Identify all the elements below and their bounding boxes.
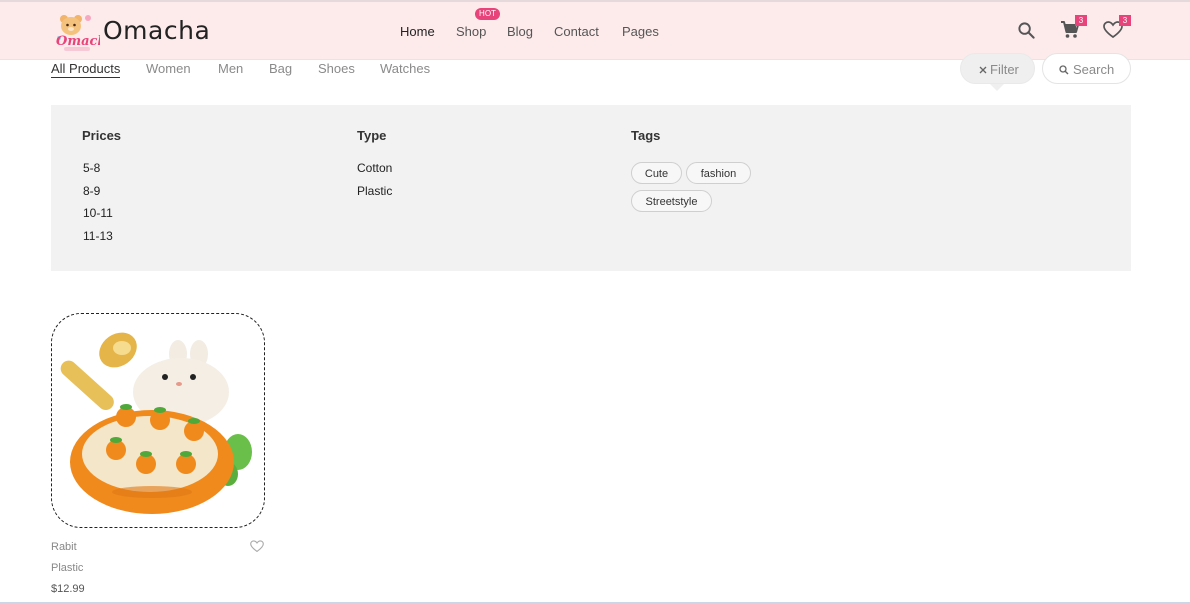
tag-chip[interactable]: fashion bbox=[686, 162, 751, 184]
nav-home[interactable]: Home bbox=[400, 24, 435, 39]
brand-name[interactable]: Omacha bbox=[103, 16, 210, 45]
nav-contact[interactable]: Contact bbox=[554, 24, 599, 39]
tag-chip[interactable]: Streetstyle bbox=[631, 190, 712, 212]
omacha-logo[interactable]: Omacha bbox=[54, 10, 100, 54]
product-name[interactable]: Rabit bbox=[51, 541, 77, 553]
hot-badge: HOT bbox=[475, 8, 500, 20]
tab-all-products[interactable]: All Products bbox=[51, 61, 121, 78]
tag-chip[interactable]: Cute bbox=[631, 162, 682, 184]
price-option[interactable]: 5-8 bbox=[83, 161, 100, 175]
search-label: Search bbox=[1073, 62, 1115, 77]
tab-shoes[interactable]: Shoes bbox=[318, 61, 355, 76]
prices-title: Prices bbox=[82, 128, 122, 143]
wishlist-count-badge: 3 bbox=[1119, 15, 1131, 26]
filter-label: Filter bbox=[990, 62, 1019, 77]
search-icon bbox=[1059, 65, 1069, 75]
filter-panel: Prices 5-8 8-9 10-11 11-13 Type Cotton P… bbox=[51, 105, 1131, 271]
product-image[interactable] bbox=[51, 313, 265, 528]
wishlist-heart-icon[interactable] bbox=[250, 540, 264, 553]
type-option[interactable]: Plastic bbox=[357, 184, 392, 198]
cart-count-badge: 3 bbox=[1075, 15, 1087, 26]
tab-men[interactable]: Men bbox=[218, 61, 243, 76]
nav-blog[interactable]: Blog bbox=[507, 24, 533, 39]
tab-bag[interactable]: Bag bbox=[269, 61, 292, 76]
price-option[interactable]: 8-9 bbox=[83, 184, 100, 198]
tab-women[interactable]: Women bbox=[146, 61, 191, 76]
site-header: Omacha Omacha Home Shop Blog Contact Pag… bbox=[0, 2, 1190, 60]
filter-button[interactable]: Filter bbox=[960, 53, 1035, 84]
type-option[interactable]: Cotton bbox=[357, 161, 392, 175]
nav-pages[interactable]: Pages bbox=[622, 24, 659, 39]
type-title: Type bbox=[357, 128, 387, 143]
search-icon[interactable] bbox=[1017, 21, 1036, 40]
tags-title: Tags bbox=[631, 128, 661, 143]
close-icon bbox=[979, 66, 987, 74]
product-price: $12.99 bbox=[51, 583, 85, 595]
svg-text:Omacha: Omacha bbox=[56, 34, 100, 49]
product-type: Plastic bbox=[51, 562, 84, 574]
search-button[interactable]: Search bbox=[1042, 53, 1131, 84]
tab-watches[interactable]: Watches bbox=[380, 61, 430, 76]
price-option[interactable]: 10-11 bbox=[83, 206, 113, 220]
rabbit-toy-image bbox=[60, 332, 252, 514]
filter-caret bbox=[990, 84, 1004, 91]
price-option[interactable]: 11-13 bbox=[83, 229, 113, 243]
nav-shop[interactable]: Shop bbox=[456, 24, 486, 39]
